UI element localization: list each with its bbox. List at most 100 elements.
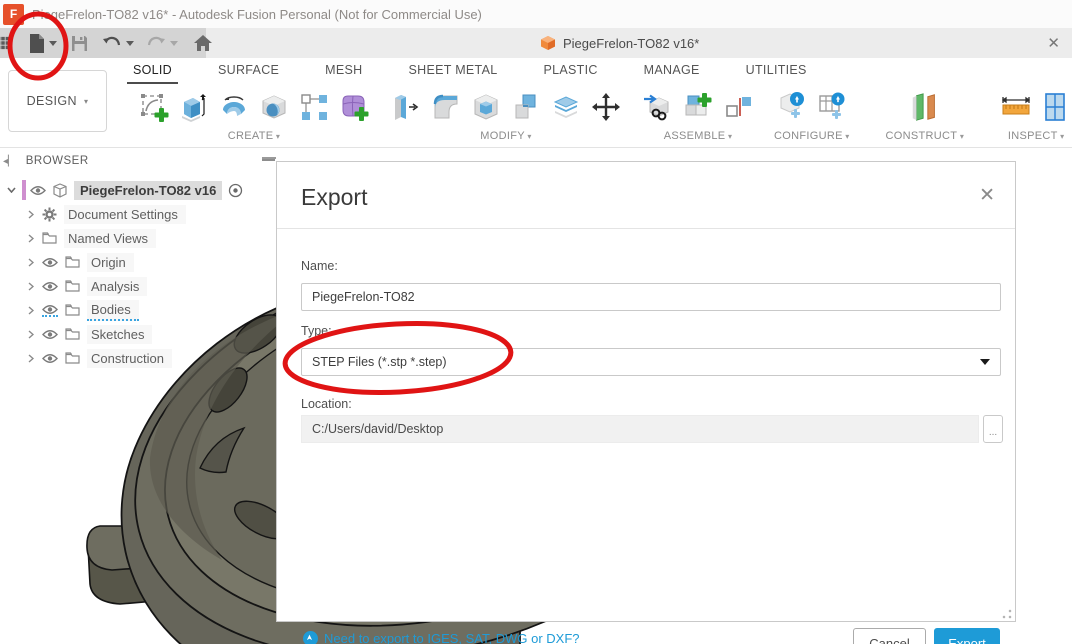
cancel-button[interactable]: Cancel (853, 628, 926, 644)
location-input[interactable] (301, 415, 979, 443)
export-help-link[interactable]: Need to export to IGES, SAT, DWG or DXF? (303, 631, 580, 644)
configuration-icon[interactable] (776, 91, 808, 123)
extrude-icon[interactable] (178, 91, 210, 123)
design-workspace-selector[interactable]: DESIGN (8, 70, 107, 132)
quick-access-toolbar (0, 28, 206, 58)
revolve-icon[interactable] (218, 91, 250, 123)
chevron-right-icon[interactable] (26, 353, 36, 363)
chevron-right-icon[interactable] (26, 209, 36, 219)
fillet-icon[interactable] (430, 91, 462, 123)
folder-icon (65, 352, 80, 364)
fusion-app-icon: F (3, 4, 24, 25)
measure-icon[interactable] (1000, 91, 1032, 123)
browser-title: BROWSER (26, 155, 89, 167)
activate-radio-icon[interactable] (228, 183, 243, 198)
tree-item-construction[interactable]: Construction (0, 346, 272, 370)
chevron-right-icon[interactable] (26, 329, 36, 339)
create-form-icon[interactable] (338, 91, 370, 123)
tree-item-root[interactable]: PiegeFrelon-TO82 v16 (0, 178, 272, 202)
tree-item-label: Origin (87, 253, 134, 272)
folder-icon (65, 280, 80, 292)
eye-icon[interactable] (30, 185, 46, 196)
tree-item-label: Construction (87, 349, 172, 368)
file-menu-icon[interactable] (28, 28, 45, 58)
select-dropdown-arrow-icon (980, 359, 990, 365)
chevron-down-icon[interactable] (6, 185, 16, 195)
ribbon-tab-mesh[interactable]: MESH (325, 59, 362, 83)
tree-item-named-views[interactable]: Named Views (0, 226, 272, 250)
tree-item-sketches[interactable]: Sketches (0, 322, 272, 346)
new-component-icon[interactable] (682, 91, 714, 123)
folder-icon (65, 328, 80, 340)
browse-button[interactable]: ... (983, 415, 1003, 443)
export-button[interactable]: Export (934, 628, 1000, 644)
ribbon-tab-solid[interactable]: SOLID (133, 59, 172, 83)
ribbon-tab-plastic[interactable]: PLASTIC (543, 59, 597, 83)
dialog-close-icon[interactable]: ✕ (979, 186, 995, 205)
move-icon[interactable] (590, 91, 622, 123)
joint-icon[interactable] (722, 91, 754, 123)
tree-item-document-settings[interactable]: Document Settings (0, 202, 272, 226)
ribbon-tab-manage[interactable]: MANAGE (644, 59, 700, 83)
redo-caret[interactable] (170, 41, 178, 46)
split-body-icon[interactable] (550, 91, 582, 123)
tree-item-label: Document Settings (64, 205, 186, 224)
dialog-resize-grip[interactable] (1002, 609, 1012, 619)
tree-item-label: Sketches (87, 325, 152, 344)
chevron-right-icon[interactable] (26, 281, 36, 291)
press-pull-icon[interactable] (390, 91, 422, 123)
ribbon-group-inspect: INSPECT (990, 84, 1072, 147)
eye-icon[interactable] (42, 257, 58, 268)
tree-item-label: Bodies (87, 300, 139, 321)
export-dialog-title: Export (301, 184, 367, 211)
app-grid-icon[interactable] (0, 28, 10, 58)
browser-header: ◂▏ BROWSER (0, 152, 272, 170)
tree-item-origin[interactable]: Origin (0, 250, 272, 274)
component-cube-icon (53, 183, 67, 198)
shell-icon[interactable] (470, 91, 502, 123)
eye-icon[interactable] (42, 281, 58, 292)
chevron-right-icon[interactable] (26, 233, 36, 243)
tree-item-bodies[interactable]: Bodies (0, 298, 272, 322)
document-tab[interactable]: PiegeFrelon-TO82 v16* (540, 28, 699, 58)
pattern-icon[interactable] (298, 91, 330, 123)
construction-plane-icon[interactable] (909, 91, 941, 123)
undo-icon[interactable] (102, 28, 122, 58)
document-cube-icon (540, 35, 556, 51)
eye-icon[interactable] (42, 329, 58, 340)
document-tab-bar: PiegeFrelon-TO82 v16* ✕ (0, 28, 1072, 58)
configure-group-label[interactable]: CONFIGURE (774, 130, 850, 142)
document-tab-close-icon[interactable]: ✕ (1047, 28, 1060, 58)
name-input[interactable] (301, 283, 1001, 311)
construct-group-label[interactable]: CONSTRUCT (886, 130, 965, 142)
inspect-group-label[interactable]: INSPECT (1008, 130, 1065, 142)
file-menu-caret[interactable] (49, 41, 57, 46)
browser-collapse-icon[interactable]: ◂▏ (3, 156, 16, 167)
chevron-right-icon[interactable] (26, 257, 36, 267)
redo-icon[interactable] (146, 28, 166, 58)
folder-icon (65, 304, 80, 316)
panel-resize-dash[interactable] (262, 159, 275, 161)
title-bar: F PiegeFrelon-TO82 v16* - Autodesk Fusio… (0, 0, 1072, 28)
chevron-right-icon[interactable] (26, 305, 36, 315)
browser-tree: PiegeFrelon-TO82 v16 Document Settings N… (0, 178, 272, 370)
tree-item-analysis[interactable]: Analysis (0, 274, 272, 298)
export-dialog-header[interactable]: Export ✕ (277, 162, 1015, 229)
type-select[interactable]: STEP Files (*.stp *.step) (301, 348, 1001, 376)
section-analysis-icon[interactable] (1040, 91, 1072, 123)
ribbon-tab-surface[interactable]: SURFACE (218, 59, 279, 83)
info-arrow-icon (303, 631, 318, 644)
home-icon[interactable] (194, 28, 212, 58)
eye-icon[interactable] (42, 353, 58, 364)
undo-caret[interactable] (126, 41, 134, 46)
document-tab-label: PiegeFrelon-TO82 v16* (563, 36, 699, 51)
export-dialog: Export ✕ Name: Type: STEP Files (*.stp *… (276, 161, 1016, 622)
combine-icon[interactable] (510, 91, 542, 123)
save-icon[interactable] (71, 28, 88, 58)
configuration-table-icon[interactable] (816, 91, 848, 123)
hole-icon[interactable] (258, 91, 290, 123)
insert-icon[interactable] (642, 91, 674, 123)
ribbon-tab-sheet-metal[interactable]: SHEET METAL (408, 59, 497, 83)
create-sketch-icon[interactable] (138, 91, 170, 123)
ribbon-tab-utilities[interactable]: UTILITIES (746, 59, 807, 83)
